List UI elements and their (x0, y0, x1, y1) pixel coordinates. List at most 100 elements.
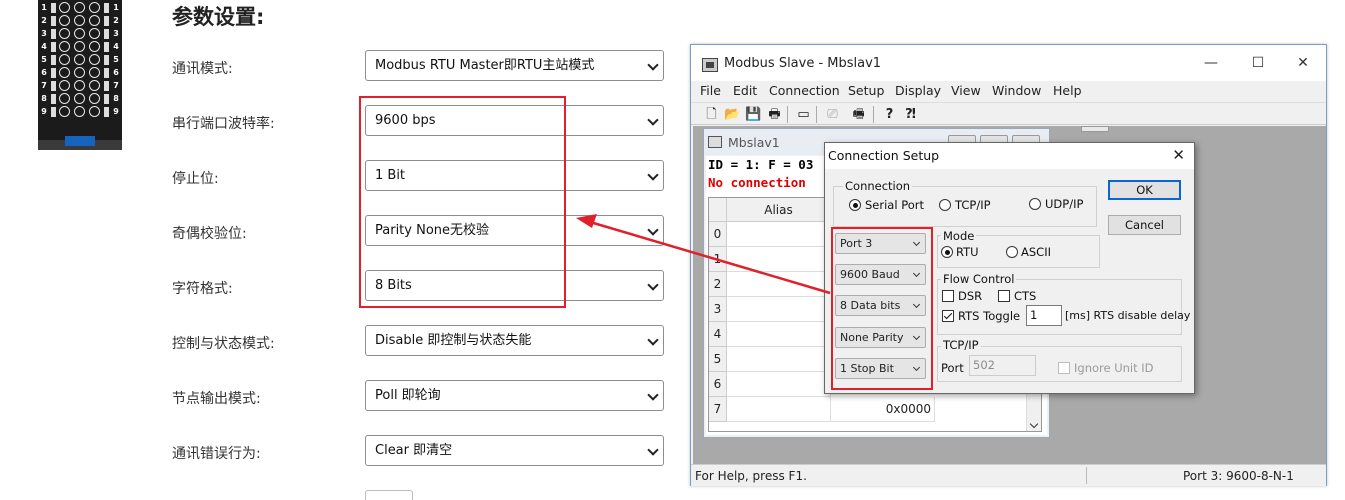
save-icon[interactable]: 💾 (745, 106, 762, 123)
terminal-number-right: 5 (113, 55, 119, 64)
row-header[interactable]: 1 (709, 247, 727, 272)
alias-cell[interactable] (727, 347, 831, 372)
tcpip-label[interactable]: TCP/IP (955, 198, 991, 212)
slave-id-line: ID = 1: F = 03 (708, 157, 814, 172)
partial-control[interactable] (365, 490, 413, 500)
row-header[interactable]: 2 (709, 272, 727, 297)
terminal-number-left: 4 (41, 42, 47, 51)
terminal-led (104, 81, 109, 91)
connection-status: No connection (708, 175, 806, 190)
dsr-checkbox[interactable] (942, 290, 954, 302)
row-header[interactable]: 0 (709, 222, 727, 247)
rtu-radio[interactable] (941, 246, 953, 258)
menu-display[interactable]: Display (895, 83, 941, 98)
terminal-led (104, 42, 109, 52)
menu-file[interactable]: File (700, 83, 721, 98)
terminal-led (104, 16, 109, 26)
alias-cell[interactable] (727, 372, 831, 397)
dialog-title: Connection Setup (828, 148, 940, 163)
terminal-number-left: 1 (41, 3, 47, 12)
terminal-led (104, 107, 109, 117)
context-help-icon[interactable]: ⁈ (902, 106, 919, 123)
value-cell[interactable]: 0x0000 (831, 397, 935, 422)
alias-column-header[interactable]: Alias (727, 198, 831, 222)
terminal-row: 99 (38, 105, 122, 118)
maximize-button[interactable]: ☐ (1243, 53, 1273, 73)
terminal-led (51, 55, 56, 65)
alias-cell[interactable] (727, 322, 831, 347)
minimize-button[interactable]: — (1196, 53, 1226, 73)
status-help-text: For Help, press F1. (695, 469, 807, 483)
mode-group-label: Mode (941, 229, 977, 243)
rts-delay-input[interactable]: 1 (1026, 305, 1062, 326)
highlight-box-settings (359, 96, 566, 308)
close-button[interactable]: ✕ (1288, 53, 1318, 73)
menu-connection[interactable]: Connection (769, 83, 840, 98)
terminal-row: 22 (38, 14, 122, 27)
open-folder-icon[interactable]: 📂 (724, 106, 741, 123)
terminal-screw (89, 28, 100, 39)
ascii-label[interactable]: ASCII (1021, 245, 1051, 259)
ok-button[interactable]: OK (1108, 180, 1181, 200)
terminal-row: 77 (38, 79, 122, 92)
udpip-radio[interactable] (1029, 198, 1041, 210)
terminal-led (104, 94, 109, 104)
menu-edit[interactable]: Edit (733, 83, 757, 98)
ascii-radio[interactable] (1006, 246, 1018, 258)
terminal-screw (89, 93, 100, 104)
row-header[interactable]: 6 (709, 372, 727, 397)
ignore-unit-id-checkbox[interactable] (1058, 362, 1070, 374)
menu-view[interactable]: View (951, 83, 981, 98)
serial-port-label[interactable]: Serial Port (865, 198, 924, 212)
row-header[interactable]: 3 (709, 297, 727, 322)
dsr-label[interactable]: DSR (958, 289, 982, 303)
window-icon[interactable]: ▭ (795, 106, 812, 123)
label-control-mode: 控制与状态模式: (172, 336, 275, 352)
cts-label[interactable]: CTS (1014, 289, 1036, 303)
alias-cell[interactable] (727, 222, 831, 247)
terminal-number-right: 4 (113, 42, 119, 51)
tcp-port-input[interactable]: 502 (969, 355, 1036, 376)
cts-checkbox[interactable] (998, 290, 1010, 302)
print-icon[interactable]: 🖶 (766, 106, 783, 123)
dialog-close-button[interactable]: ✕ (1172, 146, 1185, 164)
title-bar[interactable]: Modbus Slave - Mbslav1 — ☐ ✕ (691, 45, 1326, 81)
node-output-select[interactable]: Poll 即轮询 (365, 380, 664, 411)
comm-mode-select[interactable]: Modbus RTU Master即RTU主站模式 (365, 50, 664, 81)
alias-cell[interactable] (727, 397, 831, 422)
menu-help[interactable]: Help (1053, 83, 1082, 98)
status-bar: For Help, press F1. Port 3: 9600-8-N-1 (691, 464, 1326, 486)
rtu-label[interactable]: RTU (956, 245, 979, 259)
rts-toggle-checkbox[interactable] (942, 310, 954, 322)
terminal-screw (59, 2, 70, 13)
terminal-row: 66 (38, 66, 122, 79)
tcpip-radio[interactable] (939, 199, 951, 211)
udpip-label[interactable]: UDP/IP (1045, 197, 1083, 211)
row-header[interactable]: 4 (709, 322, 727, 347)
child-title: Mbslav1 (728, 135, 780, 150)
comm-error-select[interactable]: Clear 即清空 (365, 435, 664, 466)
help-icon[interactable]: ? (881, 106, 898, 123)
scroll-down-icon[interactable] (1029, 419, 1039, 429)
alias-cell[interactable] (727, 247, 831, 272)
control-mode-select[interactable]: Disable 即控制与状态失能 (365, 325, 664, 356)
terminal-number-right: 8 (113, 94, 119, 103)
terminal-row: 44 (38, 40, 122, 53)
menu-window[interactable]: Window (992, 83, 1041, 98)
alias-cell[interactable] (727, 297, 831, 322)
row-header[interactable]: 7 (709, 397, 727, 422)
terminal-screw (59, 15, 70, 26)
new-file-icon[interactable]: 🗋 (703, 106, 720, 123)
serial-port-radio[interactable] (849, 199, 861, 211)
alias-cell[interactable] (727, 272, 831, 297)
row-header[interactable]: 5 (709, 347, 727, 372)
background-window-button[interactable] (1081, 126, 1109, 132)
terminal-row: 11 (38, 1, 122, 14)
cancel-button[interactable]: Cancel (1108, 215, 1181, 235)
print-preview-icon[interactable]: 🖷 (850, 106, 867, 123)
rts-toggle-label[interactable]: RTS Toggle (958, 309, 1020, 323)
disconnect-icon[interactable]: ⎚ (824, 106, 841, 123)
terminal-screw (74, 106, 85, 117)
dialog-title-bar[interactable]: Connection Setup ✕ (825, 143, 1194, 169)
menu-setup[interactable]: Setup (848, 83, 884, 98)
